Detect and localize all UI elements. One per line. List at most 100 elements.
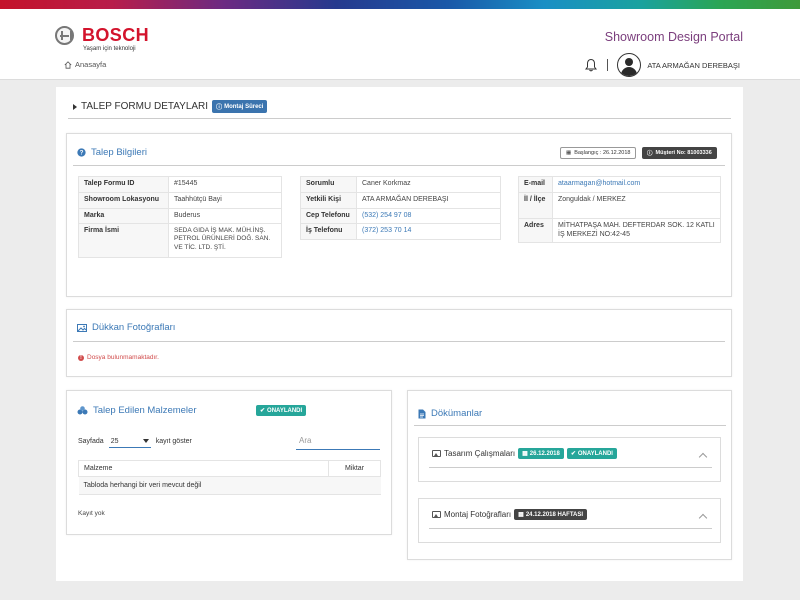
page-title: TALEP FORMU DETAYLARI ⓘ Montaj Süreci [73, 100, 268, 113]
dokumanlar-panel: Dökümanlar Tasarım Çalışmaları ▦ 26.12.20… [407, 390, 732, 560]
file-icon [418, 409, 426, 418]
montaj-label: Montaj Fotoğrafları [444, 510, 512, 519]
cubes-icon [77, 406, 88, 415]
dukkan-title-text: Dükkan Fotoğrafları [92, 322, 176, 333]
cep-phone-link[interactable]: (532) 254 97 08 [356, 207, 501, 225]
info-icon: ⓘ [647, 151, 653, 157]
marka-value: Buderus [168, 207, 282, 225]
adres-value: MİTHATPAŞA MAH. DEFTERDAR SOK. 12 KATLI … [552, 217, 721, 244]
no-file-message: ! Dosya bulunmamaktadır. [78, 354, 159, 361]
tasarim-divider [429, 467, 712, 468]
user-area: ATA ARMAĞAN DEREBAŞI [585, 52, 740, 78]
brand-name: BOSCH [82, 25, 150, 45]
top-header: BOSCH Yaşam için teknoloji Showroom Desi… [0, 9, 800, 80]
start-date-pill: ▦ Başlangıç : 26.12.2018 [560, 147, 637, 159]
montaj-date-badge: ▦ 24.12.2018 HAFTASI [514, 509, 588, 520]
col-malzeme-header[interactable]: Malzeme [78, 460, 329, 477]
svg-text:?: ? [80, 150, 84, 157]
il-ilce-label: İl / İlçe [518, 191, 553, 219]
customer-no-text: Müşteri No: 81003336 [655, 150, 712, 156]
check-icon: ✔ [570, 451, 576, 457]
calendar-icon: ▦ [518, 512, 524, 518]
table-row: Adres MİTHATPAŞA MAH. DEFTERDAR SOK. 12 K… [518, 217, 721, 244]
page-size-control: Sayfada 25 kayıt göster [78, 435, 192, 448]
question-circle-icon: ? [77, 148, 86, 157]
tasarim-date-text: 26.12.2018 [529, 450, 560, 457]
montaj-sureci-label: Montaj Süreci [224, 103, 264, 110]
talep-bilgileri-title: ? Talep Bilgileri [77, 147, 147, 158]
records-footer: Kayıt yok [78, 510, 105, 517]
table-row: İş Telefonu (372) 253 70 14 [300, 223, 501, 240]
firma-value: SEDA GIDA İŞ MAK. MÜH.İNŞ. PETROL ÜRÜNLE… [168, 223, 282, 259]
montaj-date-text: 24.12.2018 HAFTASI [525, 511, 584, 518]
sorumlu-label: Sorumlu [300, 176, 357, 193]
marka-label: Marka [78, 207, 169, 225]
table-row: Showroom Lokasyonu Taahhütçü Bayi [78, 191, 282, 209]
dokumanlar-divider [414, 425, 726, 426]
page-size-select[interactable]: 25 [108, 435, 151, 448]
start-date-text: Başlangıç : 26.12.2018 [574, 150, 631, 156]
email-link[interactable]: ataarmagan@hotmail.com [552, 176, 721, 193]
header-separator [607, 59, 609, 71]
montaj-sureci-badge: ⓘ Montaj Süreci [212, 100, 268, 113]
talep-bilgileri-text: Talep Bilgileri [91, 147, 147, 158]
malzemeler-title: Talep Edilen Malzemeler [77, 405, 197, 416]
il-ilce-value: Zonguldak / MERKEZ [552, 191, 721, 219]
page-size-value: 25 [110, 437, 119, 445]
is-phone-link[interactable]: (372) 253 70 14 [356, 223, 501, 240]
table-row: Sorumlu Caner Korkmaz [300, 176, 501, 193]
talep-id-label: Talep Formu ID [78, 176, 169, 193]
title-divider [68, 118, 731, 119]
col-miktar-header[interactable]: Miktar [328, 460, 381, 477]
tasarim-date-badge: ▦ 26.12.2018 [518, 448, 564, 459]
malzeme-approved-text: ONAYLANDI [267, 407, 303, 414]
portal-title: Showroom Design Portal [604, 30, 743, 44]
image-icon [432, 450, 441, 457]
email-label: E-mail [518, 176, 553, 193]
tasarim-header[interactable]: Tasarım Çalışmaları ▦ 26.12.2018 ✔ ONAYLAN… [432, 448, 617, 459]
tasarim-label: Tasarım Çalışmaları [444, 449, 516, 458]
malzemeler-title-text: Talep Edilen Malzemeler [93, 405, 197, 416]
montaj-divider [429, 528, 712, 529]
customer-no-pill: ⓘ Müşteri No: 81003336 [642, 147, 717, 159]
main-content: TALEP FORMU DETAYLARI ⓘ Montaj Süreci ? … [56, 87, 743, 581]
empty-table-text: Tabloda herhangi bir veri mevcut değil [78, 476, 381, 495]
brand-tagline: Yaşam için teknoloji [83, 46, 136, 52]
table-row: E-mail ataarmagan@hotmail.com [518, 176, 721, 193]
bell-icon[interactable] [585, 58, 598, 72]
breadcrumb-home[interactable]: Anasayfa [75, 60, 106, 69]
table-row: Tabloda herhangi bir veri mevcut değil [78, 476, 381, 495]
user-avatar[interactable] [617, 53, 642, 77]
chevron-up-icon[interactable] [698, 513, 708, 523]
cep-label: Cep Telefonu [300, 207, 357, 225]
talep-divider [73, 165, 725, 166]
talep-id-value: #15445 [168, 176, 282, 193]
adres-label: Adres [518, 217, 553, 244]
malzemeler-panel: Talep Edilen Malzemeler ✔ ONAYLANDI Sayf… [66, 390, 392, 535]
exclamation-icon: ! [78, 354, 84, 361]
yetkili-value: ATA ARMAĞAN DEREBAŞI [356, 191, 501, 209]
chevron-up-icon[interactable] [698, 452, 708, 462]
talep-table-1: Talep Formu ID #15445 Showroom Lokasyonu T… [78, 176, 282, 259]
firma-label: Firma İsmi [78, 223, 169, 259]
malzeme-table: Malzeme Miktar Tabloda herhangi bir veri… [78, 460, 381, 495]
is-label: İş Telefonu [300, 223, 357, 240]
info-icon: ⓘ [216, 105, 223, 111]
breadcrumb[interactable]: Anasayfa [64, 60, 106, 69]
user-name[interactable]: ATA ARMAĞAN DEREBAŞI [647, 61, 740, 70]
dokumanlar-title: Dökümanlar [418, 408, 482, 419]
brand-color-bar [0, 0, 800, 9]
talep-table-2: Sorumlu Caner Korkmaz Yetkili Kişi ATA ARM… [300, 176, 501, 240]
image-icon [432, 511, 441, 518]
dukkan-title: Dükkan Fotoğrafları [77, 322, 175, 333]
table-row: İl / İlçe Zonguldak / MERKEZ [518, 191, 721, 219]
no-file-text: Dosya bulunmamaktadır. [87, 354, 159, 361]
malzeme-approved-badge: ✔ ONAYLANDI [256, 405, 307, 416]
montaj-header[interactable]: Montaj Fotoğrafları ▦ 24.12.2018 HAFTASI [432, 509, 588, 520]
caret-down-icon [142, 439, 149, 443]
search-input[interactable]: Ara [296, 434, 380, 450]
montaj-accordion[interactable]: Montaj Fotoğrafları ▦ 24.12.2018 HAFTASI [418, 498, 721, 543]
table-row: Cep Telefonu (532) 254 97 08 [300, 207, 501, 225]
tasarim-accordion[interactable]: Tasarım Çalışmaları ▦ 26.12.2018 ✔ ONAYLAN… [418, 437, 721, 482]
caret-right-icon [73, 103, 77, 110]
